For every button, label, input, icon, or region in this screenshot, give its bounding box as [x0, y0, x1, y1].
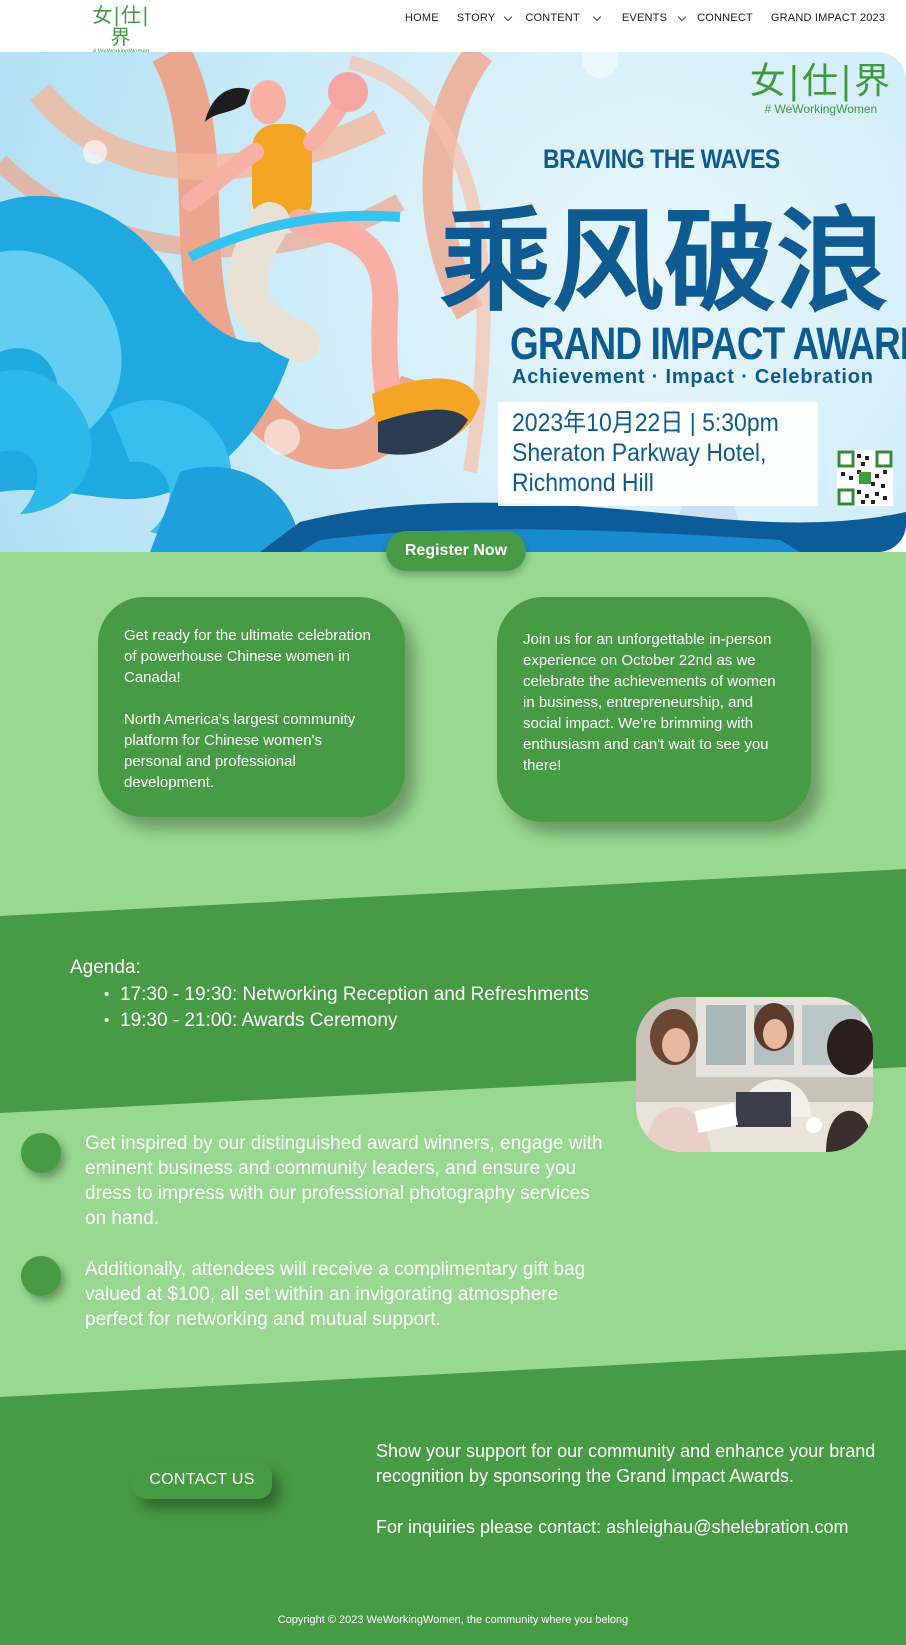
hero-logo: 女|仕|界 # WeWorkingWomen — [749, 61, 892, 117]
networking-photo — [636, 997, 873, 1152]
hero-logo-cn: 女|仕|界 — [749, 61, 892, 102]
nav-grand-impact-2023[interactable]: GRAND IMPACT 2023 — [771, 12, 885, 24]
hero-title: GRAND IMPACT AWARDS — [510, 318, 906, 369]
sponsor-section: Show your support for our community and … — [376, 1439, 896, 1540]
nav-story-label: STORY — [456, 12, 496, 24]
hero-banner: 乘风破浪 女|仕|界 # WeWorkingWomen BRAVING THE … — [0, 52, 906, 552]
nav-home[interactable]: HOME — [405, 12, 439, 24]
nav-content-label: CONTENT — [525, 12, 580, 24]
bullet-dot — [21, 1256, 61, 1296]
highlight-text-1: Get inspired by our distinguished award … — [85, 1133, 603, 1229]
event-venue-line2: Richmond Hill — [512, 469, 654, 497]
highlight-text-2: Additionally, attendees will receive a c… — [85, 1259, 586, 1330]
hero-logo-en: # WeWorkingWomen — [764, 102, 878, 116]
main-nav: HOME STORY CONTENT EVENTS CONNECT GRAND … — [405, 10, 885, 26]
event-details-box: 2023年10月22日 | 5:30pm Sheraton Parkway Ho… — [498, 402, 818, 506]
event-date: 2023年10月22日 | 5:30pm — [512, 409, 779, 437]
chevron-down-icon — [592, 12, 602, 21]
nav-events[interactable]: EVENTS — [622, 12, 689, 24]
agenda-item: 19:30 - 21:00: Awards Ceremony — [104, 1008, 589, 1034]
nav-connect[interactable]: CONNECT — [697, 12, 753, 24]
intro-card: Get ready for the ultimate celebration o… — [98, 597, 405, 817]
agenda-section: Agenda: 17:30 - 19:30: Networking Recept… — [70, 956, 589, 1034]
nav-events-label: EVENTS — [621, 12, 668, 24]
site-header: 女|仕|界 # WeWorkingWomen HOME STORY CONTEN… — [0, 0, 906, 55]
logo-text-cn: 女|仕|界 — [92, 3, 150, 49]
nav-connect-label: CONNECT — [697, 12, 753, 24]
agenda-list: 17:30 - 19:30: Networking Reception and … — [104, 982, 589, 1034]
qr-code-icon — [837, 450, 893, 506]
register-now-button[interactable]: Register Now — [386, 531, 526, 571]
hero-tagline: Achievement · Impact · Celebration — [512, 366, 874, 388]
bullet-dot — [21, 1133, 61, 1173]
hero-title-cn: 乘风破浪 — [440, 196, 888, 327]
nav-story[interactable]: STORY — [457, 12, 518, 24]
hero-subtitle: BRAVING THE WAVES — [543, 144, 780, 174]
contact-us-button[interactable]: CONTACT US — [132, 1461, 272, 1499]
sponsor-text: Show your support for our community and … — [376, 1441, 876, 1486]
chevron-down-icon — [504, 12, 513, 21]
nav-content[interactable]: CONTENT — [525, 12, 614, 24]
event-venue-line1: Sheraton Parkway Hotel, — [512, 439, 767, 467]
nav-home-label: HOME — [405, 12, 439, 24]
sponsor-contact-text[interactable]: For inquiries please contact: ashleighau… — [376, 1515, 896, 1540]
agenda-title: Agenda: — [70, 957, 141, 978]
footer-copyright: Copyright © 2023 WeWorkingWomen, the com… — [277, 1614, 629, 1626]
chevron-down-icon — [677, 12, 687, 21]
join-us-card-text: Join us for an unforgettable in-person e… — [523, 631, 776, 774]
agenda-item: 17:30 - 19:30: Networking Reception and … — [104, 982, 589, 1008]
intro-card-text-1: Get ready for the ultimate celebration o… — [124, 627, 371, 686]
site-logo[interactable]: 女|仕|界 # WeWorkingWomen — [88, 4, 154, 55]
nav-grand-impact-label: GRAND IMPACT 2023 — [770, 12, 886, 24]
intro-card-text-2: North America's largest community platfo… — [124, 711, 356, 791]
join-us-card: Join us for an unforgettable in-person e… — [497, 597, 811, 822]
